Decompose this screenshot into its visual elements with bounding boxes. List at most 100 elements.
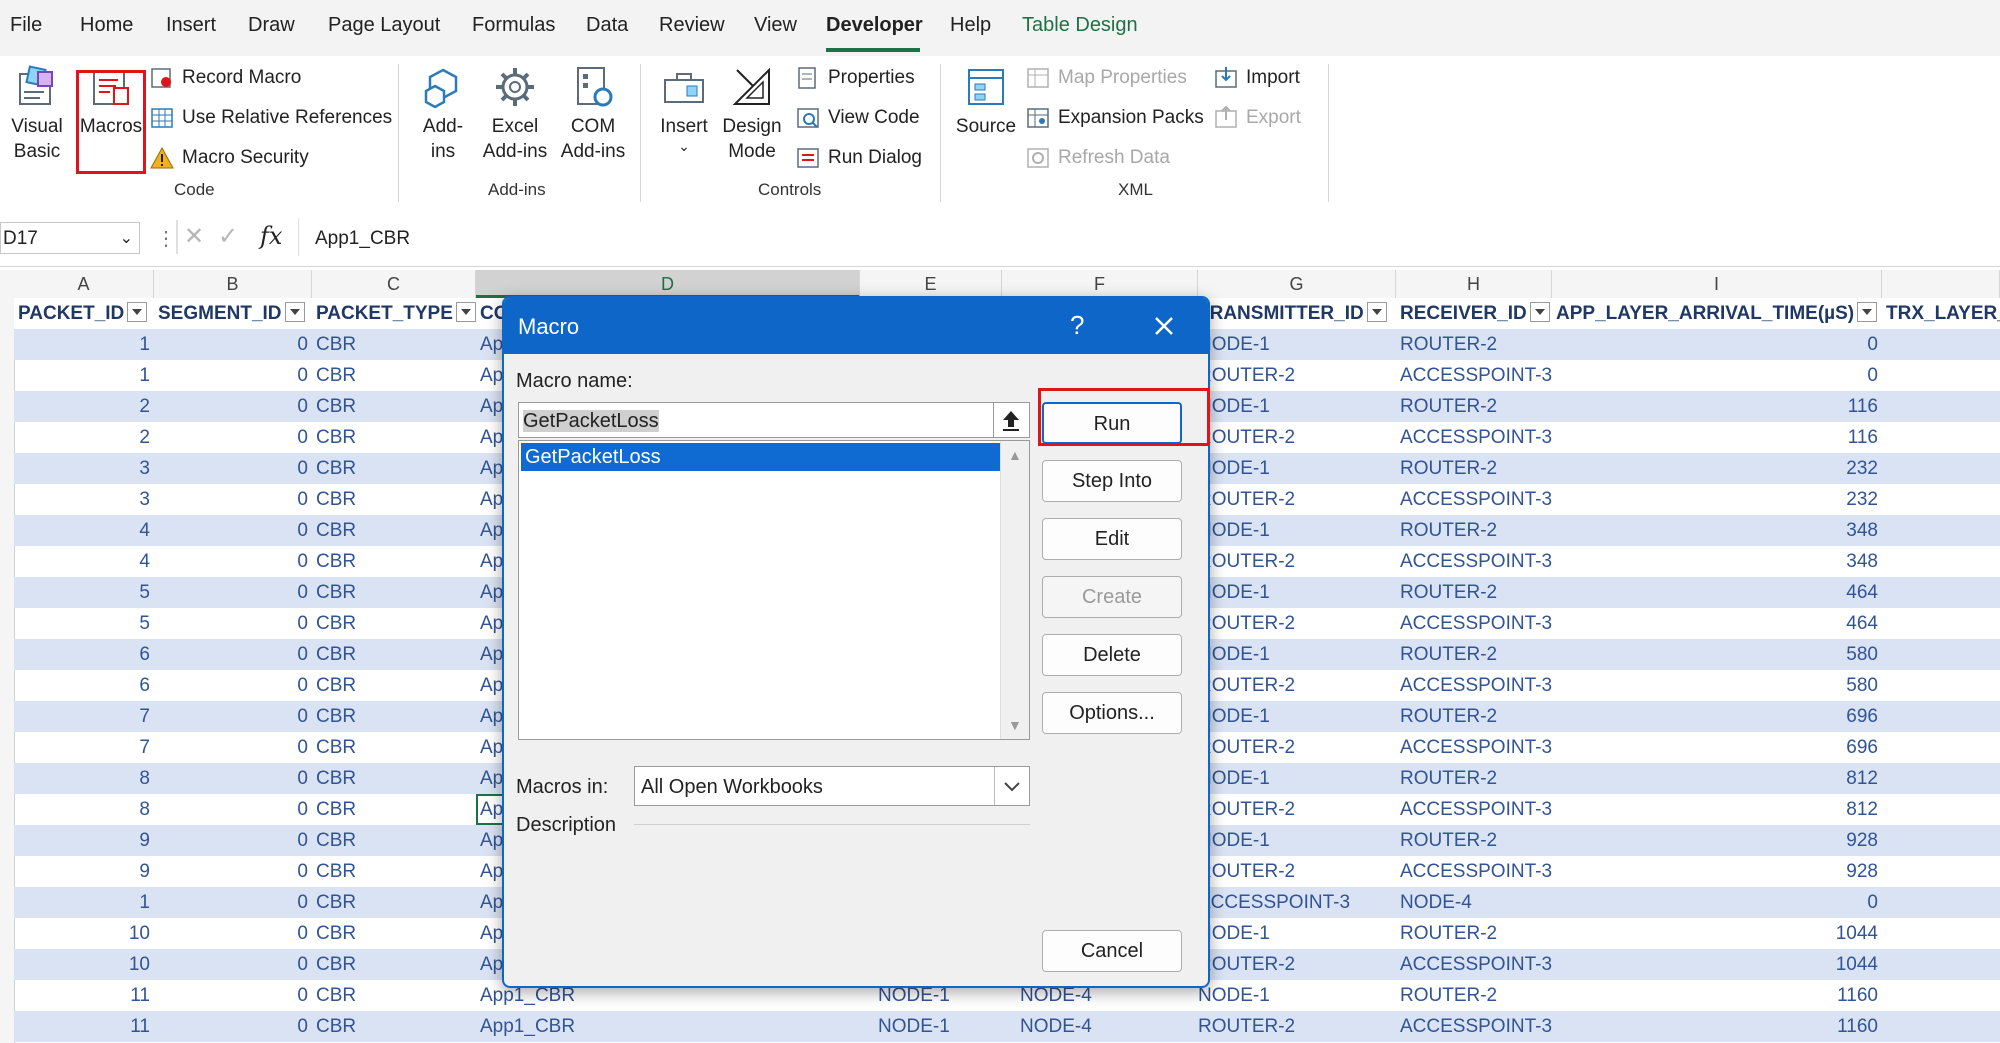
- table-cell[interactable]: CBR: [312, 856, 476, 887]
- table-cell[interactable]: 0: [154, 360, 312, 391]
- menu-help[interactable]: Help: [950, 14, 991, 37]
- table-cell[interactable]: CBR: [312, 763, 476, 794]
- menu-insert[interactable]: Insert: [166, 14, 216, 37]
- table-cell[interactable]: 0: [154, 577, 312, 608]
- insert-control-button[interactable]: Insert ⌄: [656, 64, 712, 153]
- table-cell[interactable]: 0: [154, 701, 312, 732]
- table-cell[interactable]: 1: [14, 360, 154, 391]
- table-cell[interactable]: 0: [154, 391, 312, 422]
- table-cell[interactable]: 9: [14, 825, 154, 856]
- table-cell[interactable]: NODE-1: [1198, 639, 1396, 670]
- confirm-icon[interactable]: ✓: [218, 222, 238, 251]
- table-cell[interactable]: 116: [1552, 422, 1882, 453]
- options-button[interactable]: Options...: [1042, 692, 1182, 734]
- table-cell[interactable]: CBR: [312, 515, 476, 546]
- table-cell[interactable]: ACCESSPOINT-3: [1396, 670, 1552, 701]
- menu-review[interactable]: Review: [659, 14, 725, 37]
- table-cell[interactable]: 0: [154, 794, 312, 825]
- table-cell[interactable]: NODE-1: [1198, 577, 1396, 608]
- table-cell[interactable]: 3: [14, 484, 154, 515]
- edit-button[interactable]: Edit: [1042, 518, 1182, 560]
- table-cell[interactable]: 0: [1552, 329, 1882, 360]
- table-cell[interactable]: ACCESSPOINT-3: [1396, 856, 1552, 887]
- table-cell[interactable]: 5: [14, 608, 154, 639]
- table-cell[interactable]: 11: [14, 980, 154, 1011]
- table-cell[interactable]: 1160: [1552, 1011, 1882, 1042]
- table-cell[interactable]: 812: [1552, 794, 1882, 825]
- table-cell[interactable]: 1044: [1552, 918, 1882, 949]
- table-cell[interactable]: ACCESSPOINT-3: [1396, 422, 1552, 453]
- table-cell[interactable]: 0: [154, 546, 312, 577]
- com-addins-button[interactable]: COM Add-ins: [556, 64, 630, 164]
- table-cell[interactable]: CBR: [312, 639, 476, 670]
- table-cell[interactable]: NODE-1: [1198, 701, 1396, 732]
- cancel-icon[interactable]: ✕: [184, 222, 204, 251]
- run-dialog-button[interactable]: Run Dialog: [796, 146, 922, 170]
- table-cell[interactable]: CBR: [312, 484, 476, 515]
- table-cell[interactable]: CBR: [312, 825, 476, 856]
- menu-page-layout[interactable]: Page Layout: [328, 14, 440, 37]
- table-cell[interactable]: ROUTER-2: [1396, 453, 1552, 484]
- table-cell[interactable]: ROUTER-2: [1396, 515, 1552, 546]
- step-into-button[interactable]: Step Into: [1042, 460, 1182, 502]
- macro-security-button[interactable]: Macro Security: [150, 146, 309, 170]
- table-cell[interactable]: ROUTER-2: [1198, 608, 1396, 639]
- scroll-up-icon[interactable]: ▲: [1008, 447, 1022, 463]
- column-header[interactable]: E: [860, 270, 1002, 298]
- expansion-packs-button[interactable]: Expansion Packs: [1026, 106, 1204, 130]
- table-cell[interactable]: 232: [1552, 484, 1882, 515]
- menu-file[interactable]: File: [10, 14, 42, 37]
- column-header[interactable]: A: [14, 270, 154, 298]
- table-cell[interactable]: NODE-1: [1198, 515, 1396, 546]
- refresh-data-button[interactable]: Refresh Data: [1026, 146, 1170, 170]
- table-cell[interactable]: 0: [154, 608, 312, 639]
- help-icon[interactable]: ?: [1070, 310, 1084, 341]
- menu-developer[interactable]: Developer: [826, 14, 923, 37]
- header-cell[interactable]: APP_LAYER_ARRIVAL_TIME(µS): [1552, 298, 1882, 329]
- table-cell[interactable]: CBR: [312, 608, 476, 639]
- table-cell[interactable]: 0: [154, 856, 312, 887]
- table-cell[interactable]: CBR: [312, 949, 476, 980]
- table-cell[interactable]: CBR: [312, 794, 476, 825]
- table-cell[interactable]: NODE-1: [1198, 391, 1396, 422]
- table-cell[interactable]: ACCESSPOINT-3: [1396, 360, 1552, 391]
- table-cell[interactable]: 10: [14, 918, 154, 949]
- create-button[interactable]: Create: [1042, 576, 1182, 618]
- header-cell[interactable]: SEGMENT_ID: [154, 298, 312, 329]
- record-macro-button[interactable]: Record Macro: [150, 66, 301, 90]
- table-cell[interactable]: 696: [1552, 732, 1882, 763]
- column-header[interactable]: B: [154, 270, 312, 298]
- table-cell[interactable]: 5: [14, 577, 154, 608]
- table-cell[interactable]: App1_CBR: [476, 1011, 874, 1042]
- xml-source-button[interactable]: Source: [954, 64, 1018, 139]
- table-cell[interactable]: ROUTER-2: [1396, 980, 1552, 1011]
- table-cell[interactable]: 1: [14, 887, 154, 918]
- table-cell[interactable]: 0: [154, 887, 312, 918]
- header-cell[interactable]: TRANSMITTER_ID: [1198, 298, 1396, 329]
- filter-dropdown-icon[interactable]: [284, 301, 305, 322]
- table-cell[interactable]: 0: [154, 329, 312, 360]
- menu-table-design[interactable]: Table Design: [1022, 14, 1138, 37]
- table-cell[interactable]: 0: [154, 670, 312, 701]
- table-cell[interactable]: 6: [14, 670, 154, 701]
- table-cell[interactable]: ROUTER-2: [1198, 1011, 1396, 1042]
- table-cell[interactable]: ROUTER-2: [1198, 732, 1396, 763]
- table-cell[interactable]: ROUTER-2: [1396, 918, 1552, 949]
- table-cell[interactable]: 0: [154, 763, 312, 794]
- table-cell[interactable]: 928: [1552, 825, 1882, 856]
- table-cell[interactable]: 2: [14, 422, 154, 453]
- table-cell[interactable]: 0: [154, 639, 312, 670]
- dialog-title-bar[interactable]: Macro ?: [504, 298, 1208, 354]
- table-cell[interactable]: NODE-1: [874, 1011, 1016, 1042]
- table-cell[interactable]: ROUTER-2: [1198, 422, 1396, 453]
- table-cell[interactable]: ROUTER-2: [1198, 484, 1396, 515]
- menu-home[interactable]: Home: [80, 14, 133, 37]
- table-cell[interactable]: 696: [1552, 701, 1882, 732]
- table-cell[interactable]: ROUTER-2: [1396, 825, 1552, 856]
- table-cell[interactable]: 8: [14, 763, 154, 794]
- table-cell[interactable]: 0: [154, 484, 312, 515]
- table-cell[interactable]: ROUTER-2: [1198, 856, 1396, 887]
- table-cell[interactable]: CBR: [312, 360, 476, 391]
- table-cell[interactable]: 0: [154, 453, 312, 484]
- cancel-button[interactable]: Cancel: [1042, 930, 1182, 972]
